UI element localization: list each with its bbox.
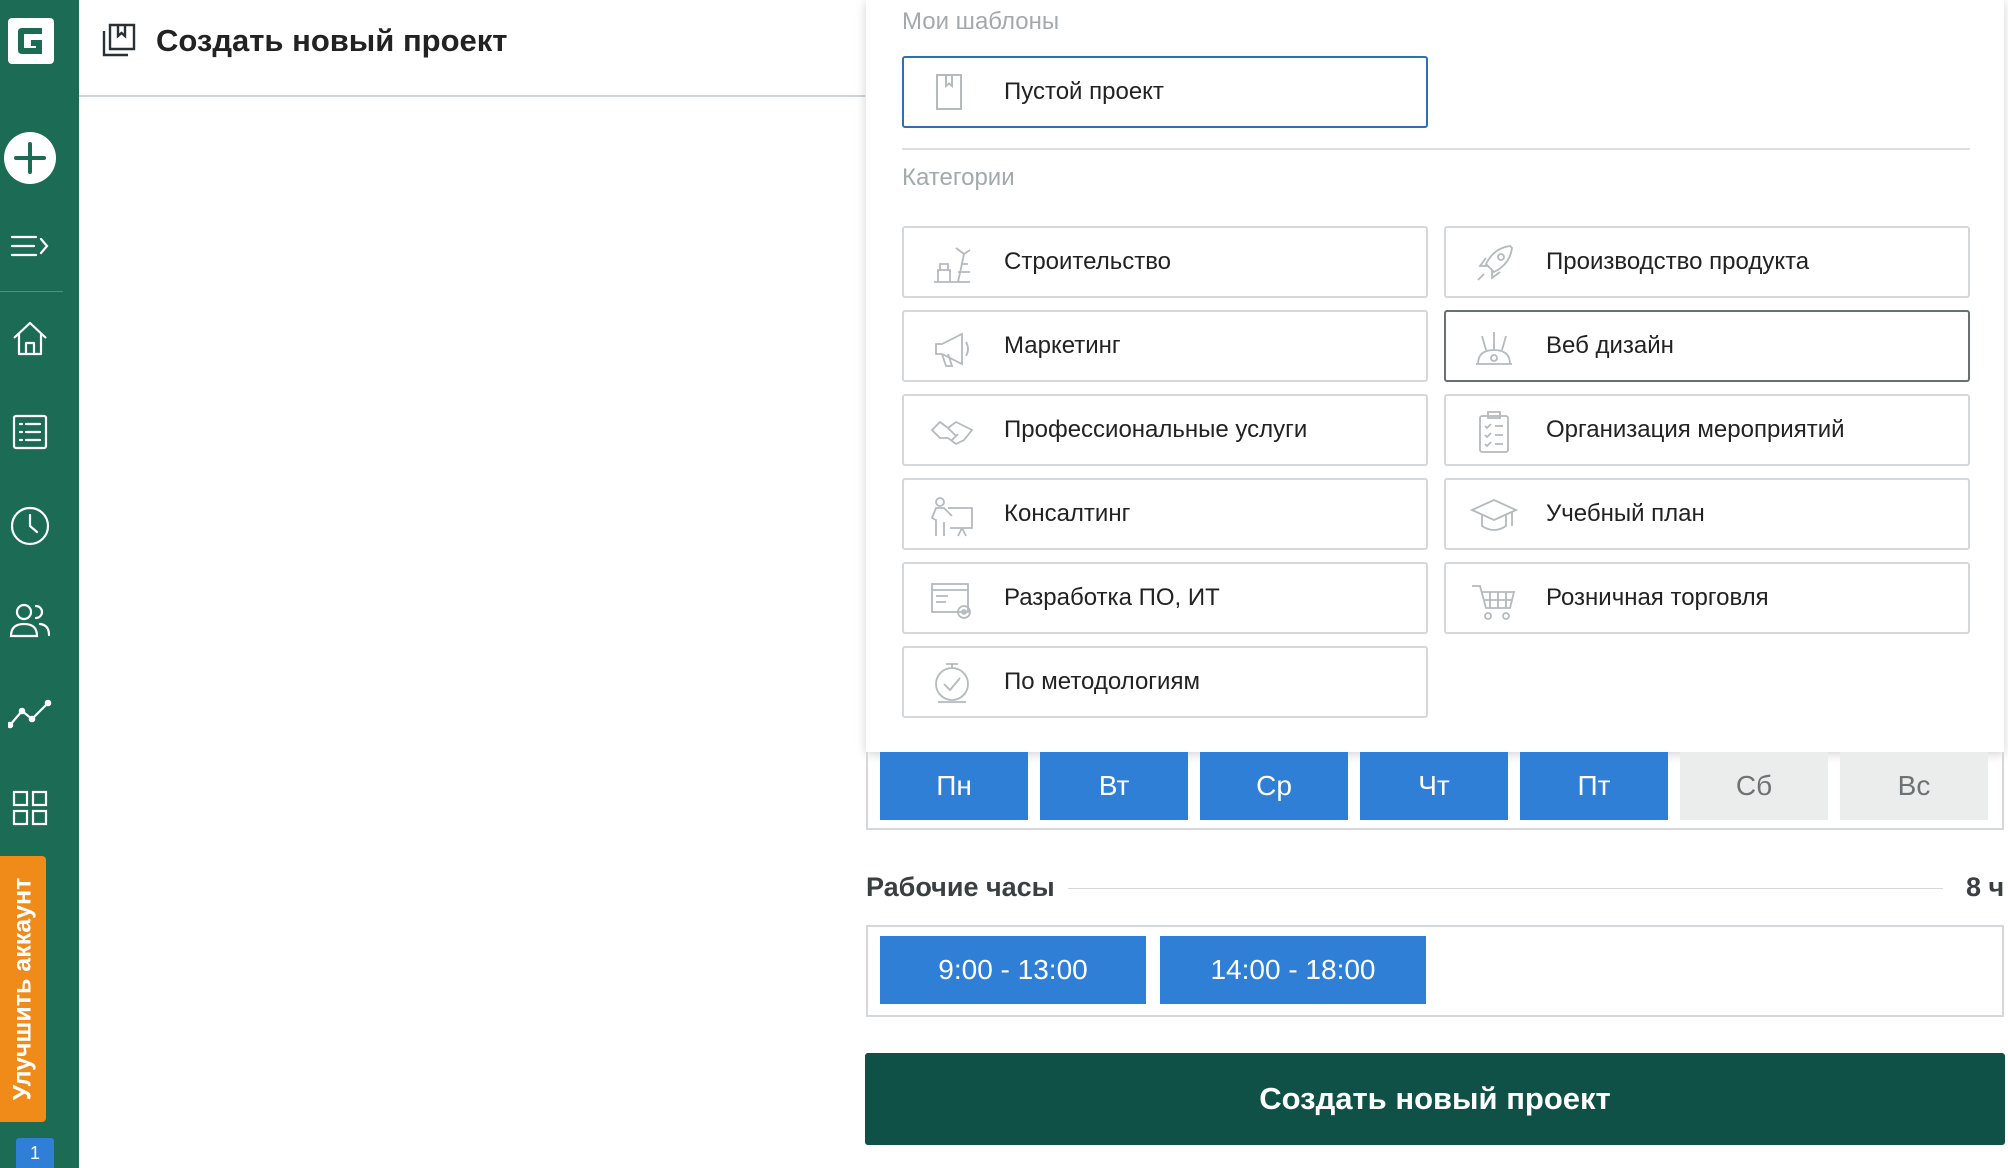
- shopping-cart-icon: [1472, 585, 1516, 620]
- apps-grid-icon[interactable]: [8, 786, 52, 830]
- day-toggle-tue[interactable]: Вт: [1040, 752, 1188, 820]
- home-icon[interactable]: [8, 316, 52, 360]
- category-label: Профессиональные услуги: [1004, 416, 1308, 443]
- web-design-icon: [1476, 332, 1512, 365]
- category-software-it[interactable]: Разработка ПО, ИТ: [902, 562, 1428, 634]
- category-methodologies[interactable]: По методологиям: [902, 646, 1428, 718]
- category-label: Строительство: [1004, 248, 1172, 275]
- working-hours-label: Рабочие часы: [866, 872, 1055, 902]
- day-toggle-wed[interactable]: Ср: [1200, 752, 1348, 820]
- day-toggle-sun[interactable]: Вс: [1840, 752, 1988, 820]
- add-project-icon[interactable]: [2, 130, 58, 186]
- blank-project-option[interactable]: Пустой проект: [902, 56, 1428, 128]
- time-slot-afternoon[interactable]: 14:00 - 18:00: [1160, 936, 1426, 1004]
- create-project-button[interactable]: Создать новый проект: [865, 1053, 2005, 1145]
- category-web-design[interactable]: Веб дизайн: [1444, 310, 1970, 382]
- logo-icon[interactable]: [8, 18, 54, 64]
- category-label: Производство продукта: [1546, 248, 1810, 275]
- notification-badge[interactable]: 1: [16, 1138, 54, 1168]
- analytics-icon[interactable]: [8, 692, 52, 736]
- section-divider: [902, 148, 1970, 150]
- working-hours-total: 8 ч: [1966, 872, 2005, 902]
- category-label: Учебный план: [1546, 500, 1705, 527]
- day-toggle-thu[interactable]: Чт: [1360, 752, 1508, 820]
- category-curriculum[interactable]: Учебный план: [1444, 478, 1970, 550]
- browser-gear-icon: [931, 583, 971, 619]
- category-label: Организация мероприятий: [1546, 416, 1845, 443]
- checklist-icon: [1479, 411, 1509, 453]
- day-toggle-sat[interactable]: Сб: [1680, 752, 1828, 820]
- task-list-icon[interactable]: [8, 410, 52, 454]
- category-product-production[interactable]: Производство продукта: [1444, 226, 1970, 298]
- upgrade-account-button[interactable]: Улучшить аккаунт: [0, 856, 46, 1122]
- category-label: Консалтинг: [1004, 500, 1131, 527]
- project-book-icon: [102, 23, 136, 57]
- category-label: Разработка ПО, ИТ: [1004, 584, 1220, 611]
- handshake-icon: [930, 420, 974, 446]
- presentation-icon: [930, 497, 973, 537]
- category-event-organization[interactable]: Организация мероприятий: [1444, 394, 1970, 466]
- category-consulting[interactable]: Консалтинг: [902, 478, 1428, 550]
- sidebar-divider: [0, 291, 63, 292]
- construction-icon: [934, 247, 971, 283]
- day-toggle-mon[interactable]: Пн: [880, 752, 1028, 820]
- category-label: Розничная торговля: [1546, 584, 1769, 611]
- category-professional-services[interactable]: Профессиональные услуги: [902, 394, 1428, 466]
- my-templates-heading: Мои шаблоны: [902, 8, 1060, 35]
- blank-document-icon: [936, 74, 962, 110]
- clock-icon[interactable]: [8, 504, 52, 548]
- sidebar: Улучшить аккаунт 1: [0, 0, 79, 1168]
- category-construction[interactable]: Строительство: [902, 226, 1428, 298]
- megaphone-icon: [935, 332, 969, 367]
- category-marketing[interactable]: Маркетинг: [902, 310, 1428, 382]
- working-hours-divider: [1068, 888, 1943, 889]
- category-retail[interactable]: Розничная торговля: [1444, 562, 1970, 634]
- expand-menu-icon[interactable]: [8, 224, 52, 268]
- methodology-clock-icon: [935, 663, 969, 703]
- template-dropdown: Мои шаблоны Пустой проект Категории Стро…: [866, 0, 2004, 752]
- day-toggle-fri[interactable]: Пт: [1520, 752, 1668, 820]
- time-slot-morning[interactable]: 9:00 - 13:00: [880, 936, 1146, 1004]
- upgrade-account-label: Улучшить аккаунт: [8, 877, 37, 1101]
- categories-heading: Категории: [902, 164, 1015, 191]
- blank-project-label: Пустой проект: [1004, 78, 1164, 105]
- graduation-cap-icon: [1470, 499, 1518, 531]
- category-label: Маркетинг: [1004, 332, 1121, 359]
- page-title: Создать новый проект: [156, 23, 508, 58]
- users-icon[interactable]: [8, 598, 52, 642]
- category-label: Веб дизайн: [1546, 332, 1674, 359]
- category-label: По методологиям: [1004, 668, 1200, 695]
- rocket-icon: [1477, 245, 1513, 281]
- page-header: Создать новый проект: [79, 0, 865, 97]
